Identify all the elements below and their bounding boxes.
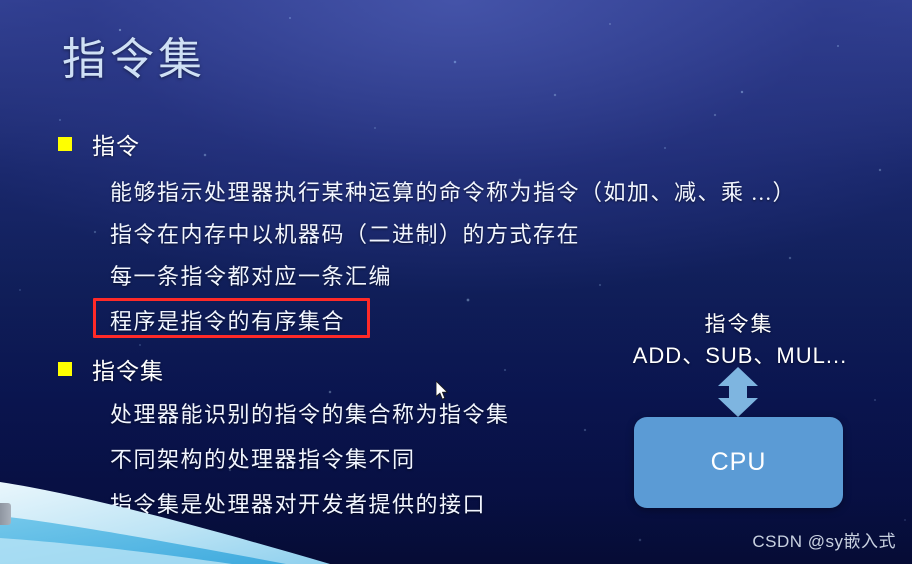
corner-tab-decoration — [0, 503, 11, 525]
bullet-label: 指令集 — [92, 359, 164, 384]
presentation-slide: 指令集 指令 能够指示处理器执行某种运算的命令称为指令（如加、减、乘 ...） … — [0, 0, 912, 564]
double-arrow-icon — [714, 367, 762, 417]
slide-title: 指令集 — [62, 35, 206, 84]
watermark-text: CSDN @sy嵌入式 — [752, 532, 896, 551]
red-highlight-box — [93, 298, 370, 338]
diagram-operations-label: ADD、SUB、MUL... — [632, 343, 848, 368]
body-line: 每一条指令都对应一条汇编 — [110, 264, 393, 289]
body-line: 指令在内存中以机器码（二进制）的方式存在 — [110, 222, 581, 247]
mouse-cursor-icon — [435, 379, 450, 401]
square-bullet-icon — [58, 362, 72, 376]
bullet-label: 指令 — [92, 134, 140, 159]
diagram-title: 指令集 — [704, 312, 774, 336]
body-line: 不同架构的处理器指令集不同 — [110, 447, 416, 472]
corner-swoosh-decoration — [0, 474, 330, 564]
square-bullet-icon — [58, 137, 72, 151]
body-line: 能够指示处理器执行某种运算的命令称为指令（如加、减、乘 ...） — [110, 180, 797, 205]
bullet-item-instruction: 指令 — [58, 127, 140, 161]
cpu-box: CPU — [634, 417, 843, 508]
cpu-label: CPU — [710, 448, 767, 476]
body-line: 处理器能识别的指令的集合称为指令集 — [110, 402, 510, 427]
bullet-item-instruction-set: 指令集 — [58, 352, 164, 386]
